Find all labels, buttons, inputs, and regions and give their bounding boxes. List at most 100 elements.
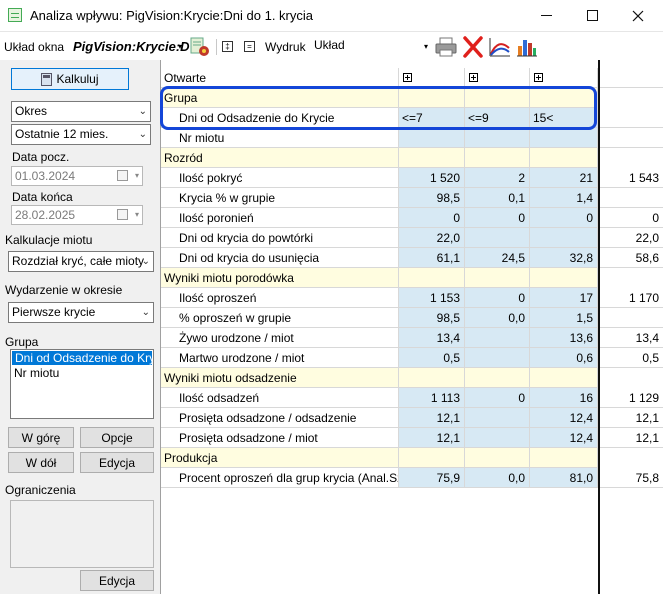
total-cell[interactable] — [600, 128, 663, 148]
value-cell[interactable]: 0 — [465, 388, 530, 408]
value-cell[interactable] — [530, 228, 598, 248]
move-up-button[interactable]: W górę — [8, 427, 74, 448]
value-cell[interactable]: 0,6 — [530, 348, 598, 368]
maximize-button[interactable] — [569, 0, 615, 31]
value-cell[interactable] — [465, 328, 530, 348]
value-cell[interactable] — [465, 428, 530, 448]
column-header[interactable] — [465, 68, 530, 88]
total-cell[interactable]: 1 543 — [600, 168, 663, 188]
value-cell[interactable]: 0 — [530, 208, 598, 228]
event-combo[interactable]: Pierwsze krycie ⌄ — [8, 302, 154, 323]
value-cell[interactable]: 12,4 — [530, 428, 598, 448]
bar-chart-icon[interactable] — [516, 36, 538, 58]
row-label[interactable]: Prosięta odsadzone / miot — [161, 428, 399, 448]
total-cell[interactable]: 1 129 — [600, 388, 663, 408]
value-cell[interactable] — [465, 348, 530, 368]
collapse-all-button[interactable]: = — [244, 41, 255, 52]
expand-column-icon[interactable] — [469, 73, 478, 82]
value-cell[interactable] — [465, 228, 530, 248]
value-cell[interactable]: 22,0 — [399, 228, 465, 248]
value-cell[interactable]: 1,4 — [530, 188, 598, 208]
value-cell[interactable]: 13,4 — [399, 328, 465, 348]
value-cell[interactable]: 98,5 — [399, 188, 465, 208]
total-cell[interactable] — [600, 308, 663, 328]
value-cell[interactable]: 0,1 — [465, 188, 530, 208]
options-button[interactable]: Opcje — [80, 427, 154, 448]
section-header[interactable]: Produkcja — [161, 448, 399, 468]
total-cell[interactable]: 1 170 — [600, 288, 663, 308]
expand-column-icon[interactable] — [534, 73, 543, 82]
row-label[interactable]: Ilość pokryć — [161, 168, 399, 188]
results-grid[interactable]: Otwarte Grupa Dni od Odsadzenie do Krycie <… — [160, 60, 663, 594]
calendar-icon[interactable] — [117, 170, 128, 181]
total-cell[interactable] — [600, 108, 663, 128]
column-header[interactable] — [399, 68, 465, 88]
value-cell[interactable] — [530, 128, 598, 148]
total-cell[interactable]: 13,4 — [600, 328, 663, 348]
value-cell[interactable]: 1 520 — [399, 168, 465, 188]
value-cell[interactable]: 17 — [530, 288, 598, 308]
value-cell[interactable]: 32,8 — [530, 248, 598, 268]
value-cell[interactable]: 2 — [465, 168, 530, 188]
section-header[interactable]: Wyniki miotu porodówka — [161, 268, 399, 288]
list-item[interactable]: Nr miotu — [11, 366, 153, 380]
calendar-icon[interactable] — [117, 209, 128, 220]
value-cell[interactable]: 75,9 — [399, 468, 465, 488]
group-listbox[interactable]: Dni od Odsadzenie do Krycie Nr miotu — [10, 349, 154, 419]
value-cell[interactable] — [465, 128, 530, 148]
column-header[interactable] — [530, 68, 598, 88]
total-cell[interactable]: 12,1 — [600, 428, 663, 448]
total-cell[interactable]: 0,5 — [600, 348, 663, 368]
end-date-input[interactable]: 28.02.2025 ▾ — [11, 205, 143, 225]
value-cell[interactable]: 0 — [465, 208, 530, 228]
row-label[interactable]: Ilość poronień — [161, 208, 399, 228]
period-value-combo[interactable]: Ostatnie 12 mies. ⌄ — [11, 124, 151, 145]
value-cell[interactable]: 0,0 — [465, 468, 530, 488]
row-label[interactable]: Martwo urodzone / miot — [161, 348, 399, 368]
total-cell[interactable]: 22,0 — [600, 228, 663, 248]
expand-all-button[interactable]: ‡ — [222, 41, 233, 52]
value-cell[interactable]: 0 — [399, 208, 465, 228]
expand-column-icon[interactable] — [403, 73, 412, 82]
value-cell[interactable]: 12,1 — [399, 408, 465, 428]
printer-icon[interactable] — [434, 36, 458, 58]
list-item[interactable]: Dni od Odsadzenie do Krycie — [12, 351, 152, 365]
value-cell[interactable] — [465, 408, 530, 428]
row-label[interactable]: Dni od krycia do usunięcia — [161, 248, 399, 268]
edit-group-button[interactable]: Edycja — [80, 452, 154, 473]
total-cell[interactable]: 75,8 — [600, 468, 663, 488]
layout-gear-icon[interactable] — [189, 36, 211, 58]
row-label[interactable]: Krycia % w grupie — [161, 188, 399, 208]
close-button[interactable] — [615, 0, 661, 31]
value-cell[interactable]: 0,0 — [465, 308, 530, 328]
litter-calc-combo[interactable]: Rozdział kryć, całe mioty ⌄ — [8, 251, 154, 272]
value-cell[interactable]: 12,1 — [399, 428, 465, 448]
row-label[interactable]: Ilość oproszeń — [161, 288, 399, 308]
value-cell[interactable]: 24,5 — [465, 248, 530, 268]
total-cell[interactable]: 58,6 — [600, 248, 663, 268]
row-label[interactable]: Prosięta odsadzone / odsadzenie — [161, 408, 399, 428]
value-cell[interactable]: 0,5 — [399, 348, 465, 368]
value-cell[interactable]: 1 113 — [399, 388, 465, 408]
value-cell[interactable]: 12,4 — [530, 408, 598, 428]
layout-name-dropdown[interactable]: PigVision:Krycie:D — [73, 39, 190, 54]
row-label[interactable]: % oproszeń w grupie — [161, 308, 399, 328]
value-cell[interactable]: 1,5 — [530, 308, 598, 328]
move-down-button[interactable]: W dół — [8, 452, 74, 473]
value-cell[interactable]: 21 — [530, 168, 598, 188]
row-label[interactable]: Ilość odsadzeń — [161, 388, 399, 408]
layout-dropdown-arrow[interactable]: ▾ — [178, 42, 182, 51]
column-header[interactable] — [600, 68, 663, 88]
value-cell[interactable]: 16 — [530, 388, 598, 408]
minimize-button[interactable] — [523, 0, 569, 31]
value-cell[interactable]: 81,0 — [530, 468, 598, 488]
edit-restrictions-button[interactable]: Edycja — [80, 570, 154, 591]
period-type-combo[interactable]: Okres ⌄ — [11, 101, 151, 122]
total-cell[interactable]: 0 — [600, 208, 663, 228]
start-date-input[interactable]: 01.03.2024 ▾ — [11, 166, 143, 186]
chart-curve-icon[interactable] — [488, 36, 512, 58]
calculate-button[interactable]: Kalkuluj — [11, 68, 129, 90]
total-cell[interactable]: 12,1 — [600, 408, 663, 428]
value-cell[interactable]: 0 — [465, 288, 530, 308]
restrictions-box[interactable] — [10, 500, 154, 568]
